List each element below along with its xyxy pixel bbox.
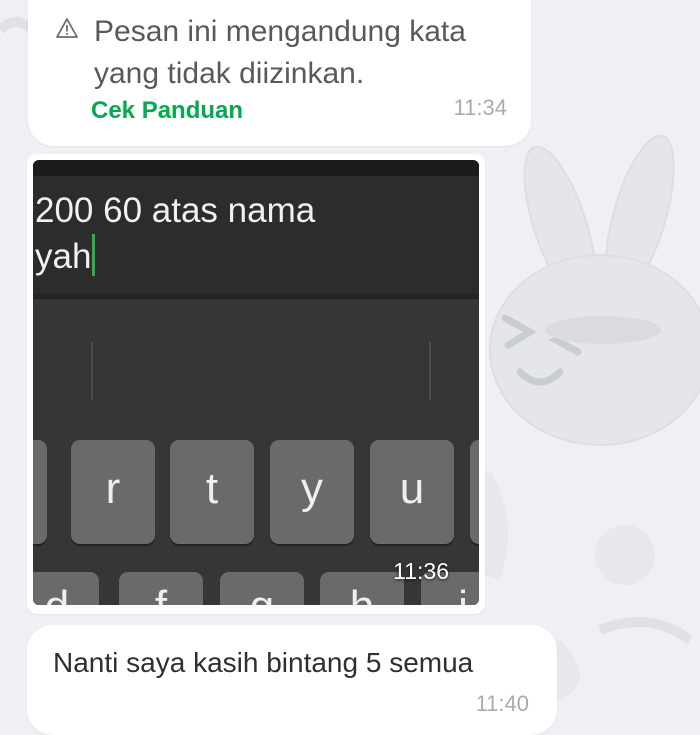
typed-line-1: 200 60 atas nama xyxy=(35,191,316,230)
keyboard-key-y: y xyxy=(270,440,354,544)
image-status-strip xyxy=(33,160,479,176)
message-timestamp: 11:34 xyxy=(453,95,507,120)
keyboard-key xyxy=(470,440,479,544)
keyboard-key-h: h xyxy=(320,572,404,605)
image-message-bubble[interactable]: 200 60 atas nama yah r t y u d f g h j 1… xyxy=(27,154,485,614)
image-typed-text: 200 60 atas nama yah xyxy=(35,188,315,280)
typed-line-2: yah xyxy=(35,237,92,276)
keyboard-key xyxy=(33,440,47,544)
image-timestamp: 11:36 xyxy=(393,558,449,584)
text-cursor xyxy=(92,234,96,276)
text-message-bubble[interactable]: Nanti saya kasih bintang 5 semua 11:40 xyxy=(27,625,557,735)
suggestion-divider xyxy=(91,342,93,400)
message-text: Nanti saya kasih bintang 5 semua xyxy=(53,647,474,678)
keyboard-key-u: u xyxy=(370,440,454,544)
keyboard-key-r: r xyxy=(71,440,155,544)
keyboard-key-g: g xyxy=(220,572,304,605)
blocked-message-bubble: Pesan ini mengandung kata yang tidak dii… xyxy=(28,0,531,146)
warning-triangle-icon xyxy=(56,18,78,38)
attached-image[interactable]: 200 60 atas nama yah r t y u d f g h j 1… xyxy=(33,160,479,605)
keyboard-key-t: t xyxy=(170,440,254,544)
message-timestamp: 11:40 xyxy=(475,691,529,716)
keyboard-key-f: f xyxy=(119,572,203,605)
guide-link[interactable]: Cek Panduan xyxy=(91,97,243,125)
warning-text: Pesan ini mengandung kata yang tidak dii… xyxy=(94,15,466,90)
suggestion-divider xyxy=(429,342,431,400)
keyboard-key-d: d xyxy=(33,572,99,605)
